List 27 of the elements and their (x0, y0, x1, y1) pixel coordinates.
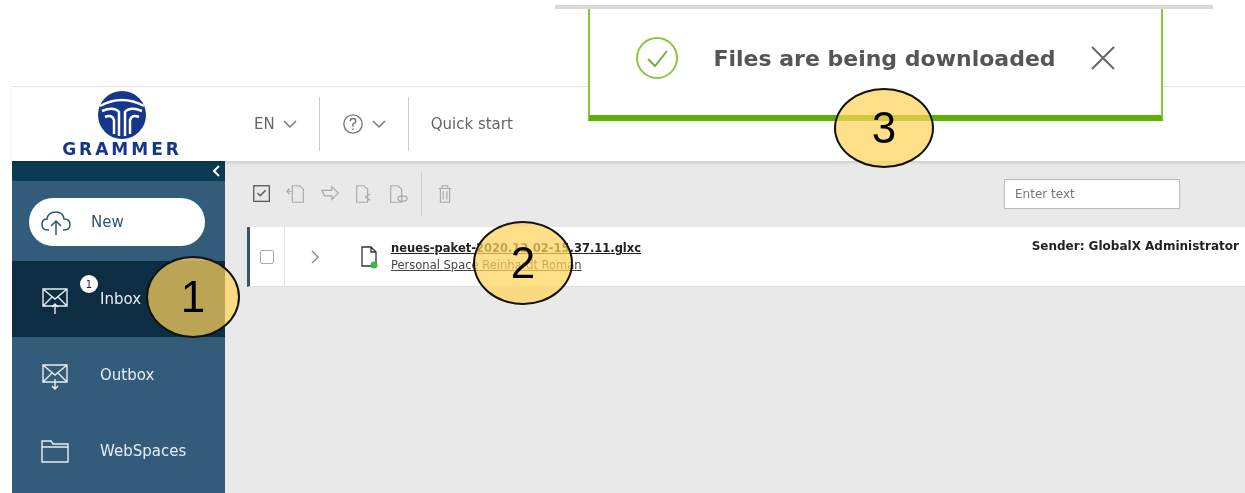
cloud-upload-icon (41, 208, 71, 236)
check-circle-icon (635, 36, 680, 80)
language-dropdown[interactable]: EN (232, 97, 319, 151)
help-icon (341, 113, 364, 135)
document-view-icon[interactable] (387, 183, 409, 205)
new-button[interactable]: New (29, 198, 205, 246)
close-button[interactable] (1089, 45, 1116, 71)
count-badge: 1 (80, 275, 98, 293)
search-field[interactable]: Enter text (1004, 179, 1180, 209)
sidebar-item-label: Outbox (100, 366, 155, 384)
document-import-icon[interactable] (285, 183, 307, 205)
sidebar-item-label: WebSpaces (100, 442, 187, 460)
row-checkbox[interactable] (260, 249, 274, 264)
select-all-icon[interactable] (251, 183, 273, 205)
document-icon (359, 244, 379, 269)
sender-text: Sender: GlobalX Administrator (1031, 238, 1240, 255)
sidebar-item[interactable]: WebSpaces (12, 413, 225, 489)
caret-icon (282, 119, 297, 129)
toast-message: Files are being downloaded (713, 45, 1056, 71)
logo-text: GRAMMER (62, 140, 182, 158)
chevron-right-icon[interactable] (311, 249, 319, 264)
sidebar-item[interactable]: Outbox (12, 337, 225, 413)
sidebar-item-label: Inbox (100, 290, 142, 308)
quick-start-menu[interactable]: Quick start (408, 97, 535, 151)
collapse-icon[interactable] (211, 165, 221, 177)
caret-icon (371, 119, 386, 129)
close-icon (1089, 45, 1116, 71)
